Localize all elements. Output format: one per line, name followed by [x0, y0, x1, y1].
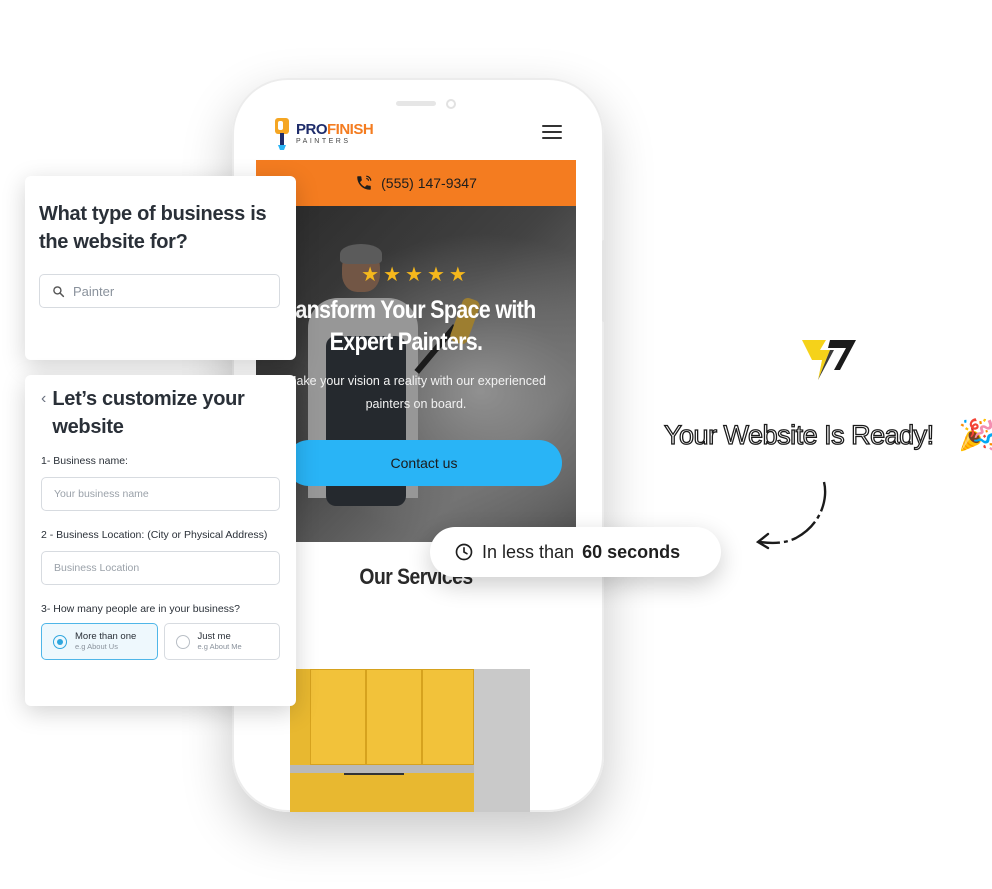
business-location-input[interactable]: Business Location: [41, 551, 280, 585]
contact-us-button[interactable]: Contact us: [286, 440, 562, 486]
team-size-label: 3- How many people are in your business?: [41, 603, 241, 615]
business-name-input[interactable]: Your business name: [41, 477, 280, 511]
option-sub: e.g About Us: [75, 641, 118, 651]
option-label: More than one: [75, 630, 137, 642]
logo-finish-text: FINISH: [327, 120, 374, 138]
business-type-search-input[interactable]: Painter: [39, 274, 280, 308]
timer-highlight: 60 seconds: [582, 541, 681, 562]
logo-pro-text: PRO: [296, 120, 328, 138]
paint-brush-logo-icon: [275, 118, 289, 150]
site-header: PROFINISH PAINTERS: [256, 112, 576, 160]
phone-call-bar[interactable]: (555) 147-9347: [256, 160, 576, 206]
phone-speaker: [396, 101, 436, 106]
business-location-placeholder: Business Location: [54, 562, 140, 574]
option-just-me[interactable]: Just me e.g About Me: [163, 623, 280, 660]
back-chevron-icon[interactable]: ‹: [41, 390, 46, 408]
phone-number: (555) 147-9347: [381, 175, 477, 191]
hero-title: Transform Your Space with Expert Painter…: [276, 296, 536, 356]
phone-side-button: [602, 240, 606, 322]
website-preview: PROFINISH PAINTERS (555) 147-9347 ★★★★★ …: [256, 112, 576, 812]
kitchen-service-image: [290, 669, 530, 812]
hero-subtitle: Make your vision a reality with our expe…: [286, 374, 546, 411]
business-name-label: 1- Business name:: [41, 455, 128, 467]
business-location-label: 2 - Business Location: (City or Physical…: [41, 529, 268, 541]
radio-unselected: [175, 634, 190, 649]
timer-prefix: In less than: [482, 541, 575, 562]
phone-camera: [446, 99, 456, 109]
customize-website-card: ‹ Let’s customize your website 1- Busine…: [25, 375, 296, 706]
team-size-options: More than one e.g About Us Just me e.g A…: [41, 623, 280, 660]
hero-section: ★★★★★ Transform Your Space with Expert P…: [256, 206, 576, 542]
rating-stars: ★★★★★: [361, 264, 471, 286]
customize-title: Let’s customize your website: [52, 388, 245, 438]
option-more-than-one[interactable]: More than one e.g About Us: [41, 623, 158, 660]
business-type-question: What type of business is the website for…: [39, 203, 267, 253]
curved-arrow-icon: [755, 481, 827, 550]
clock-icon: [455, 543, 473, 561]
phone-icon: [357, 175, 372, 190]
option-label: Just me: [197, 630, 231, 642]
timer-pill: In less than 60 seconds: [430, 527, 721, 577]
profinish-logo[interactable]: PROFINISH PAINTERS: [272, 116, 374, 150]
search-icon: [53, 285, 65, 297]
business-type-card: What type of business is the website for…: [25, 176, 296, 360]
menu-icon[interactable]: [542, 125, 562, 143]
website-ready-heading: Your Website Is Ready!: [663, 419, 934, 450]
logo-sub-text: PAINTERS: [296, 137, 351, 145]
brand-logo-icon: [802, 340, 856, 380]
business-name-placeholder: Your business name: [54, 488, 149, 500]
search-value: Painter: [73, 283, 115, 299]
option-sub: e.g About Me: [197, 641, 242, 651]
party-popper-icon: 🎉: [958, 419, 992, 452]
radio-selected: [53, 634, 67, 649]
